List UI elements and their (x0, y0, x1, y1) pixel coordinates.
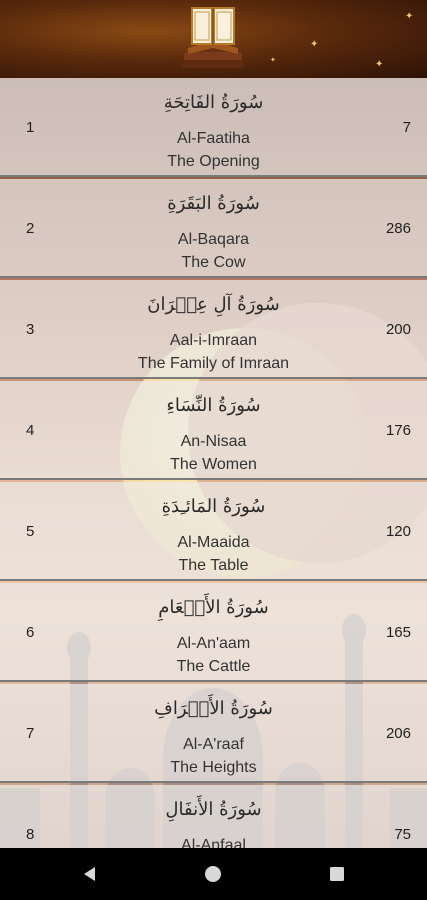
star-icon: ✦ (310, 39, 319, 50)
surah-arabic-name: سُورَةُ آلِ عِمۡرَانَ (147, 294, 280, 315)
star-icon: ✦ (405, 11, 414, 22)
surah-transliteration: Al-An'aam (176, 635, 251, 652)
app-header: ✦ ✦ ✦ ✦ (0, 0, 427, 78)
surah-arabic-name: سُورَةُ الأَنۡعَامِ (158, 597, 269, 618)
surah-row[interactable]: 8 سُورَةُ الأَنفَالِ Al-Anfaal 75 (0, 785, 427, 848)
home-circle-icon[interactable] (203, 864, 223, 884)
surah-row[interactable]: 4 سُورَةُ النِّسَاءِ An-Nisaa The Women … (0, 381, 427, 480)
star-icon: ✦ (375, 59, 384, 70)
surah-row[interactable]: 6 سُورَةُ الأَنۡعَامِ Al-An'aam The Catt… (0, 583, 427, 682)
surah-english-name: The Cow (181, 254, 246, 271)
surah-row[interactable]: 7 سُورَةُ الأَعۡرَافِ Al-A'raaf The Heig… (0, 684, 427, 783)
quran-book-icon (182, 7, 244, 68)
surah-arabic-name: سُورَةُ الفَاتِحَةِ (163, 92, 264, 113)
surah-verse-count: 7 (402, 119, 411, 136)
surah-english-name: The Women (170, 456, 257, 473)
surah-row[interactable]: 3 سُورَةُ آلِ عِمۡرَانَ Aal-i-Imraan The… (0, 280, 427, 379)
system-nav-bar (0, 848, 427, 900)
surah-english-name: The Opening (167, 153, 260, 170)
surah-transliteration: Al-Baqara (177, 231, 250, 248)
surah-verse-count: 75 (394, 826, 411, 843)
surah-row[interactable]: 2 سُورَةُ البَقَرَةِ Al-Baqara The Cow 2… (0, 179, 427, 278)
surah-transliteration: Aal-i-Imraan (169, 332, 258, 349)
surah-verse-count: 120 (385, 523, 411, 540)
surah-english-name: The Heights (170, 759, 257, 776)
surah-transliteration: Al-Maaida (177, 534, 250, 551)
surah-transliteration: An-Nisaa (180, 433, 247, 450)
surah-transliteration: Al-A'raaf (183, 736, 244, 753)
surah-verse-count: 200 (385, 321, 411, 338)
surah-list: 1 سُورَةُ الفَاتِحَةِ Al-Faatiha The Ope… (0, 78, 427, 848)
surah-english-name: The Cattle (176, 658, 251, 675)
surah-row[interactable]: 1 سُورَةُ الفَاتِحَةِ Al-Faatiha The Ope… (0, 78, 427, 177)
surah-arabic-name: سُورَةُ النِّسَاءِ (166, 395, 261, 416)
surah-verse-count: 206 (385, 725, 411, 742)
surah-transliteration: Al-Faatiha (177, 130, 250, 147)
surah-verse-count: 176 (385, 422, 411, 439)
surah-arabic-name: سُورَةُ الأَنفَالِ (165, 799, 262, 820)
recents-square-icon[interactable] (327, 864, 347, 884)
surah-verse-count: 286 (385, 220, 411, 237)
surah-verse-count: 165 (385, 624, 411, 641)
surah-arabic-name: سُورَةُ المَائـِدَةِ (161, 496, 266, 517)
surah-arabic-name: سُورَةُ البَقَرَةِ (167, 193, 260, 214)
surah-row[interactable]: 5 سُورَةُ المَائـِدَةِ Al-Maaida The Tab… (0, 482, 427, 581)
surah-english-name: The Family of Imraan (137, 355, 290, 372)
back-triangle-icon[interactable] (80, 864, 100, 884)
star-icon: ✦ (270, 56, 276, 64)
surah-arabic-name: سُورَةُ الأَعۡرَافِ (154, 698, 273, 719)
surah-transliteration: Al-Anfaal (181, 837, 246, 848)
surah-english-name: The Table (178, 557, 249, 574)
